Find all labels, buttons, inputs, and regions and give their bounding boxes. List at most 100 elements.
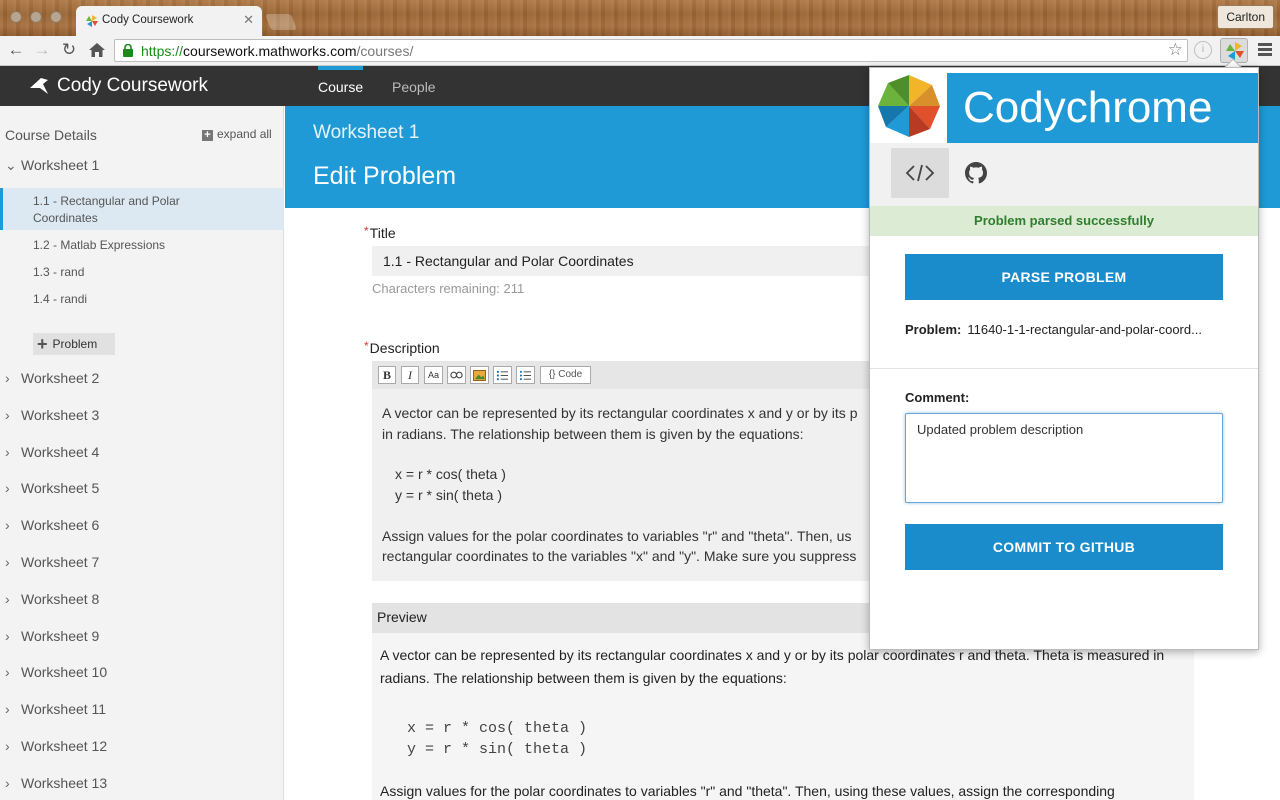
tab-title: Cody Coursework <box>102 14 194 26</box>
sidebar-title: Course Details <box>5 127 97 143</box>
chevron-right-icon: › <box>5 554 10 570</box>
browser-tab[interactable]: Cody Coursework ✕ <box>76 6 262 36</box>
preview-code-line: y = r * sin( theta ) <box>407 741 588 758</box>
comment-label: Comment: <box>905 390 970 405</box>
worksheet-label: Worksheet 2 <box>21 370 100 386</box>
popup-tabs <box>870 143 1258 206</box>
comment-textarea[interactable]: Updated problem description <box>905 413 1223 503</box>
chevron-right-icon: › <box>5 406 10 423</box>
app-brand[interactable]: Cody Coursework <box>57 75 208 97</box>
pinwheel-logo-icon <box>878 75 940 137</box>
editor-line: A vector can be represented by its recta… <box>382 405 858 421</box>
address-bar[interactable]: https://coursework.mathworks.com/courses… <box>114 39 1188 62</box>
bookmark-star-icon[interactable]: ☆ <box>1168 40 1183 60</box>
sidebar-worksheet-item[interactable]: › Worksheet 6 <box>5 517 99 533</box>
tab-github[interactable] <box>947 148 1005 198</box>
italic-button[interactable]: I <box>401 366 419 384</box>
sidebar-worksheet-1[interactable]: ⌄ Worksheet 1 <box>5 157 99 174</box>
back-icon[interactable]: ← <box>6 40 26 60</box>
plus-icon: + <box>202 130 213 141</box>
numbered-list-button[interactable] <box>516 366 535 384</box>
page-title: Edit Problem <box>313 162 457 190</box>
window-zoom-button[interactable] <box>50 11 62 23</box>
problem-label: 1.1 - Rectangular and Polar Coordinates <box>33 194 180 225</box>
editor-line: in radians. The relationship between the… <box>382 426 804 442</box>
worksheet-label: Worksheet 10 <box>21 664 108 681</box>
add-problem-button[interactable]: + Problem <box>33 333 115 355</box>
sidebar-worksheet-item[interactable]: › Worksheet 8 <box>5 591 99 607</box>
sidebar-worksheet-item[interactable]: › Worksheet 3 <box>5 407 99 423</box>
extension-info-icon[interactable]: i <box>1194 41 1212 59</box>
worksheet-label: Worksheet 7 <box>21 554 100 570</box>
parse-problem-button[interactable]: PARSE PROBLEM <box>905 254 1223 300</box>
problem-slug: Problem: 11640-1-1-rectangular-and-polar-… <box>905 322 1202 337</box>
new-tab-button[interactable] <box>265 14 297 30</box>
chevron-down-icon: ⌄ <box>5 157 17 173</box>
link-icon <box>450 371 463 379</box>
sidebar-worksheet-item[interactable]: › Worksheet 10 <box>5 664 107 680</box>
link-button[interactable] <box>447 366 466 384</box>
lock-icon <box>123 44 133 57</box>
expand-all-button[interactable]: + expand all <box>202 127 272 141</box>
code-button[interactable]: {} Code <box>540 366 591 384</box>
editor-line: rectangular coordinates to the variables… <box>382 548 857 564</box>
title-input[interactable]: 1.1 - Rectangular and Polar Coordinates <box>372 246 872 276</box>
title-label: *Title <box>364 224 396 241</box>
browser-menu-icon[interactable] <box>1258 43 1272 57</box>
description-label: *Description <box>364 339 440 356</box>
numbered-list-icon <box>520 370 531 381</box>
chevron-right-icon: › <box>5 370 10 386</box>
bold-button[interactable]: B <box>378 366 396 384</box>
window-close-button[interactable] <box>10 11 22 23</box>
sidebar-worksheet-item[interactable]: › Worksheet 9 <box>5 628 99 644</box>
tab-code[interactable] <box>891 148 949 198</box>
github-icon <box>965 162 987 184</box>
sidebar: Course Details + expand all ⌄ Worksheet 1 … <box>0 106 284 800</box>
worksheet-label: Worksheet 8 <box>21 590 100 607</box>
characters-remaining: Characters remaining: 211 <box>372 281 525 296</box>
cody-logo-icon <box>30 78 48 94</box>
worksheet-label: Worksheet 11 <box>21 701 107 718</box>
home-icon[interactable] <box>88 41 106 59</box>
preview-code-line: x = r * cos( theta ) <box>407 720 588 737</box>
sidebar-worksheet-item[interactable]: › Worksheet 5 <box>5 480 99 496</box>
sidebar-worksheet-item[interactable]: › Worksheet 11 <box>5 701 106 717</box>
sidebar-worksheet-item[interactable]: › Worksheet 7 <box>5 554 99 570</box>
popup-brand: Codychrome <box>947 73 1258 143</box>
profile-button[interactable]: Carlton <box>1217 5 1274 29</box>
parse-status-message: Problem parsed successfully <box>870 206 1258 236</box>
nav-tab-people[interactable]: People <box>392 79 436 95</box>
sidebar-worksheet-item[interactable]: › Worksheet 12 <box>5 738 107 754</box>
sidebar-problem-item[interactable]: 1.2 - Matlab Expressions <box>33 238 165 252</box>
chevron-right-icon: › <box>5 738 10 754</box>
image-button[interactable] <box>470 366 489 384</box>
description-editor[interactable]: A vector can be represented by its recta… <box>372 389 872 581</box>
commit-to-github-button[interactable]: COMMIT TO GITHUB <box>905 524 1223 570</box>
sidebar-problem-item[interactable]: 1.4 - randi <box>33 292 87 306</box>
worksheet-label: Worksheet 6 <box>21 517 100 534</box>
popup-header: Codychrome <box>870 68 1258 143</box>
worksheet-label: Worksheet 13 <box>21 774 108 791</box>
plus-icon: + <box>37 334 48 354</box>
sidebar-worksheet-item[interactable]: › Worksheet 2 <box>5 370 99 386</box>
editor-line: y = r * sin( theta ) <box>395 487 502 503</box>
preview-line: Assign values for the polar coordinates … <box>380 783 1115 799</box>
url-text: https://coursework.mathworks.com/courses… <box>141 43 414 59</box>
tab-close-icon[interactable]: ✕ <box>243 12 254 28</box>
codychrome-popup: Codychrome Problem parsed successfully P… <box>869 67 1259 650</box>
chevron-right-icon: › <box>5 517 10 534</box>
chevron-right-icon: › <box>5 590 10 607</box>
worksheet-title: Worksheet 1 <box>313 122 420 143</box>
bulleted-list-button[interactable] <box>493 366 512 384</box>
nav-tab-course[interactable]: Course <box>318 66 364 95</box>
sidebar-problem-item[interactable]: 1.3 - rand <box>33 265 84 279</box>
preview-panel: A vector can be represented by its recta… <box>372 633 1194 800</box>
font-size-button[interactable]: Aa <box>424 366 443 384</box>
forward-icon[interactable]: → <box>32 40 52 60</box>
reload-icon[interactable]: ↻ <box>59 40 79 60</box>
sidebar-problem-selected[interactable]: 1.1 - Rectangular and Polar Coordinates <box>0 188 284 230</box>
sidebar-worksheet-item[interactable]: › Worksheet 4 <box>5 444 99 460</box>
sidebar-worksheet-item[interactable]: › Worksheet 13 <box>5 775 107 791</box>
editor-line: Assign values for the polar coordinates … <box>382 528 852 544</box>
window-minimize-button[interactable] <box>30 11 42 23</box>
